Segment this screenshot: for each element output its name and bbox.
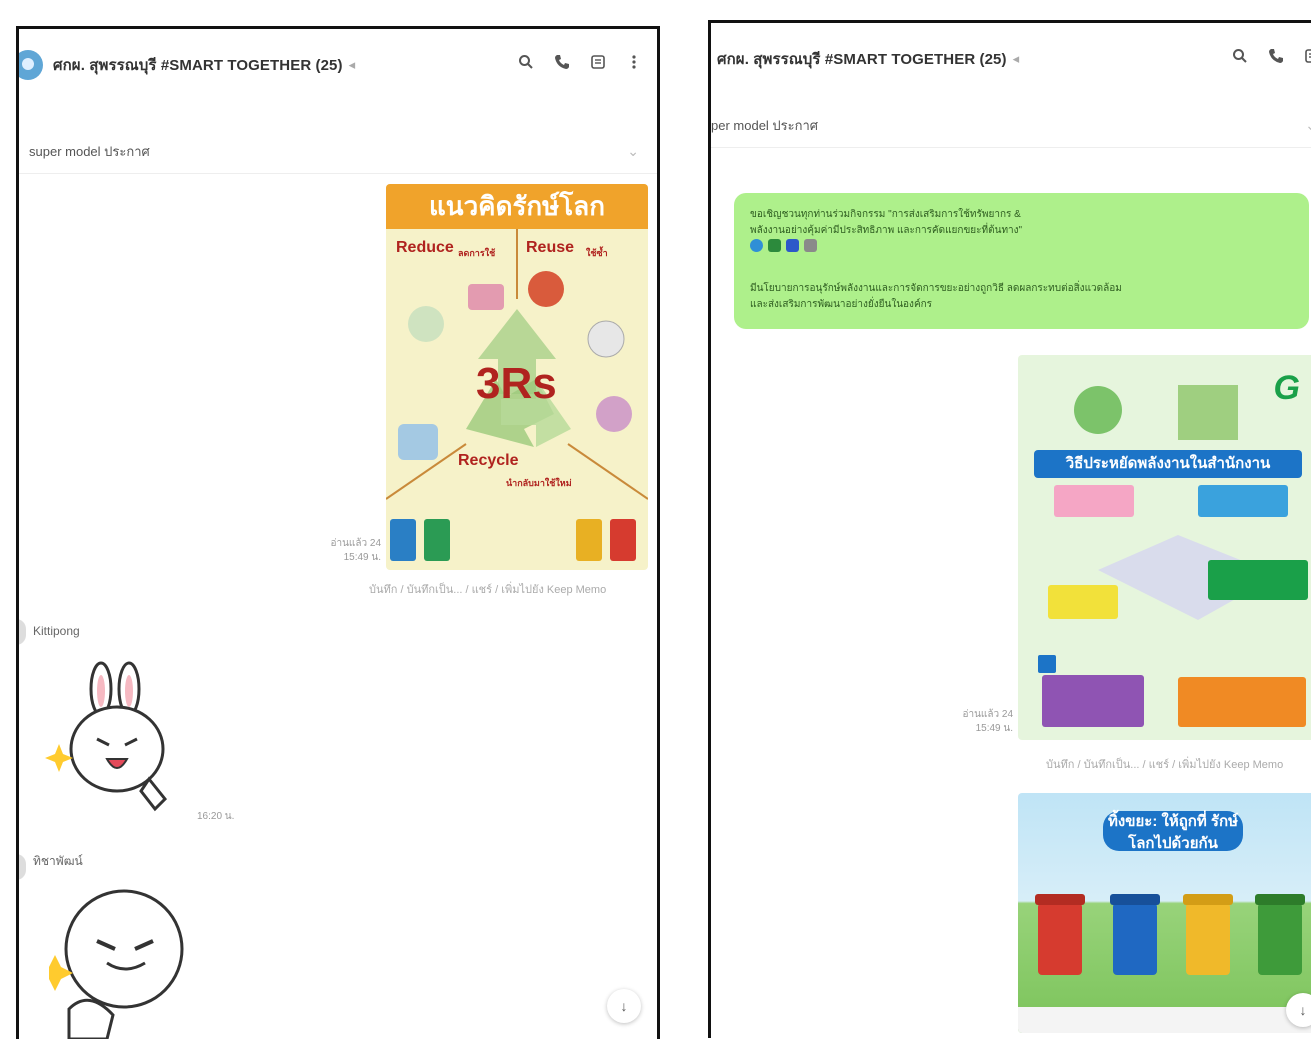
- reuse-label: Reuse: [526, 239, 575, 256]
- sender-avatar[interactable]: [19, 854, 26, 880]
- brown-bear-sticker[interactable]: [49, 889, 189, 1039]
- phone-icon[interactable]: [1265, 45, 1287, 67]
- recycle-label: Recycle: [458, 452, 519, 469]
- recycle-thai-label: นำกลับมาใช้ใหม่: [506, 478, 572, 488]
- brand-logo: G: [1273, 369, 1300, 407]
- chevron-down-icon[interactable]: ⌄: [1305, 117, 1311, 134]
- poster-title: แนวคิดรักษ์โลก: [386, 184, 648, 229]
- image-message-waste-bins-poster[interactable]: ทิ้งขยะ: ให้ถูกที่ รักษ์โลกไปด้วยกัน: [1018, 793, 1311, 1033]
- sender-name: Kittipong: [33, 624, 80, 638]
- more-icon[interactable]: [623, 51, 645, 73]
- bin-emoji-icon: [804, 239, 817, 252]
- message-time: 15:49 น.: [343, 552, 381, 563]
- read-receipt: อ่านแล้ว 24: [330, 538, 381, 549]
- image-actions[interactable]: บันทึก / บันทึกเป็น... / แชร์ / เพิ่มไปย…: [1046, 755, 1283, 773]
- notes-icon[interactable]: [587, 51, 609, 73]
- reduce-thai-label: ลดการใช้: [458, 248, 496, 258]
- message-line: ขอเชิญชวนทุกท่านร่วมกิจกรรม "การส่งเสริม…: [750, 209, 1021, 220]
- right-chat-window: ศกผ. สุพรรณบุรี #SMART TOGETHER (25) ◂ p…: [708, 20, 1311, 1038]
- chevron-down-icon[interactable]: ⌄: [627, 143, 639, 160]
- image-message-3rs-poster[interactable]: แนวคิดรักษ์โลก Reduce ลดการใช้ Reuse ใช้…: [386, 184, 648, 570]
- poster-footer: [1018, 1007, 1311, 1033]
- chat-header: ศกผ. สุพรรณบุรี #SMART TOGETHER (25) ◂: [19, 29, 657, 101]
- red-bin: [1035, 894, 1085, 975]
- green-bin: [1255, 894, 1305, 975]
- header-toolbar: [515, 51, 645, 73]
- globe-emoji-icon: [750, 239, 763, 252]
- arrow-down-icon[interactable]: ↓: [607, 989, 641, 1023]
- text-message-bubble[interactable]: ขอเชิญชวนทุกท่านร่วมกิจกรรม "การส่งเสริม…: [734, 193, 1309, 329]
- message-line: พลังงานอย่างคุ้มค่ามีประสิทธิภาพ และการค…: [750, 225, 1023, 236]
- group-avatar[interactable]: [19, 50, 43, 80]
- chat-title[interactable]: ศกผ. สุพรรณบุรี #SMART TOGETHER (25): [717, 47, 1007, 71]
- announcement-text: per model ประกาศ: [711, 117, 819, 133]
- reduce-label: Reduce: [396, 239, 454, 256]
- left-chat-window: ศกผ. สุพรรณบุรี #SMART TOGETHER (25) ◂ s…: [16, 26, 660, 1039]
- reuse-thai-label: ใช้ซ้ำ: [586, 248, 608, 258]
- message-line: มีนโยบายการอนุรักษ์พลังงานและการจัดการขย…: [750, 283, 1122, 294]
- message-line: และส่งเสริมการพัฒนาอย่างยั่งยืนในองค์กร: [750, 299, 933, 310]
- announcement-bar[interactable]: super model ประกาศ ⌄: [19, 129, 657, 174]
- search-icon[interactable]: [515, 51, 537, 73]
- yellow-bin: [1183, 894, 1233, 975]
- announcement-text: super model ประกาศ: [29, 143, 150, 159]
- mute-icon: ◂: [1012, 51, 1020, 66]
- notes-icon[interactable]: [1301, 45, 1311, 67]
- search-icon[interactable]: [1229, 45, 1251, 67]
- poster-title: วิธีประหยัดพลังงานในสำนักงาน: [1034, 450, 1302, 478]
- mute-icon: ◂: [348, 57, 356, 72]
- phone-icon[interactable]: [551, 51, 573, 73]
- chat-header: ศกผ. สุพรรณบุรี #SMART TOGETHER (25) ◂: [711, 23, 1311, 95]
- poster-title: ทิ้งขยะ: ให้ถูกที่ รักษ์โลกไปด้วยกัน: [1103, 811, 1243, 852]
- header-toolbar: [1229, 45, 1311, 67]
- blue-bin: [1110, 894, 1160, 975]
- chat-title[interactable]: ศกผ. สุพรรณบุรี #SMART TOGETHER (25): [53, 53, 343, 77]
- message-meta: อ่านแล้ว 24 15:49 น.: [309, 537, 381, 565]
- sender-name: ทิชาพัฒน์: [33, 854, 83, 868]
- message-time: 15:49 น.: [975, 723, 1013, 734]
- announcement-bar[interactable]: per model ประกาศ ⌄: [711, 103, 1311, 148]
- read-receipt: อ่านแล้ว 24: [962, 709, 1013, 720]
- sticker-time: 16:20 น.: [197, 811, 235, 822]
- tree-emoji-icon: [768, 239, 781, 252]
- sender-avatar[interactable]: [19, 619, 26, 645]
- office-illustration: [1038, 385, 1308, 727]
- message-meta: อ่านแล้ว 24 15:49 น.: [941, 708, 1013, 736]
- poster-3rs-text: 3Rs: [476, 359, 557, 408]
- image-message-energy-poster[interactable]: วิธีประหยัดพลังงานในสำนักงาน G: [1018, 355, 1311, 740]
- image-actions[interactable]: บันทึก / บันทึกเป็น... / แชร์ / เพิ่มไปย…: [369, 580, 606, 598]
- message-emoji-row: [750, 239, 822, 255]
- bunny-sticker[interactable]: [45, 659, 185, 819]
- recycle-emoji-icon: [786, 239, 799, 252]
